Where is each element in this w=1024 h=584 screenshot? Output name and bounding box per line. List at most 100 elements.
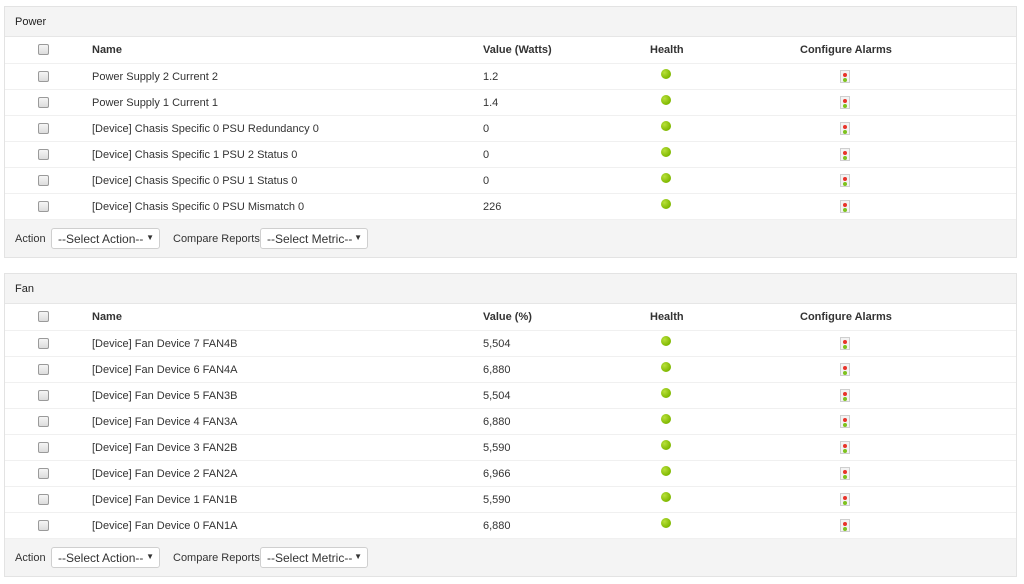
row-checkbox[interactable] — [38, 97, 49, 108]
row-name[interactable]: [Device] Fan Device 6 FAN4A — [92, 364, 238, 376]
action-select[interactable]: --Select Action-- ▼ — [51, 547, 160, 568]
row-value: 5,504 — [483, 390, 511, 402]
metric-select-value: --Select Metric-- — [267, 551, 353, 565]
traffic-light-icon[interactable] — [840, 96, 850, 109]
row-checkbox[interactable] — [38, 71, 49, 82]
metric-select-value: --Select Metric-- — [267, 232, 353, 246]
health-ok-icon — [661, 95, 671, 105]
health-ok-icon — [661, 173, 671, 183]
row-checkbox[interactable] — [38, 468, 49, 479]
row-name[interactable]: [Device] Chasis Specific 0 PSU 1 Status … — [92, 175, 297, 187]
row-checkbox[interactable] — [38, 520, 49, 531]
row-checkbox[interactable] — [38, 149, 49, 160]
traffic-light-icon[interactable] — [840, 519, 850, 532]
traffic-light-icon[interactable] — [840, 174, 850, 187]
health-ok-icon — [661, 466, 671, 476]
row-name[interactable]: Power Supply 1 Current 1 — [92, 97, 218, 109]
row-name[interactable]: [Device] Fan Device 5 FAN3B — [92, 390, 238, 402]
health-ok-icon — [661, 518, 671, 528]
power-footer: Action --Select Action-- ▼ Compare Report… — [5, 220, 1016, 257]
row-checkbox[interactable] — [38, 338, 49, 349]
row-value: 5,504 — [483, 338, 511, 350]
compare-reports-label: Compare Reports — [173, 552, 260, 564]
column-value[interactable]: Value (Watts) — [483, 44, 552, 56]
row-checkbox[interactable] — [38, 364, 49, 375]
metric-select[interactable]: --Select Metric-- ▼ — [260, 547, 368, 568]
row-name[interactable]: [Device] Fan Device 7 FAN4B — [92, 338, 238, 350]
traffic-light-icon[interactable] — [840, 122, 850, 135]
traffic-light-icon[interactable] — [840, 441, 850, 454]
compare-reports-label: Compare Reports — [173, 233, 260, 245]
row-value: 0 — [483, 149, 490, 161]
fan-table-body: [Device] Fan Device 7 FAN4B 5,504 [Device]… — [5, 331, 1016, 539]
column-configure-alarms: Configure Alarms — [800, 44, 892, 56]
health-ok-icon — [661, 121, 671, 131]
column-value[interactable]: Value (%) — [483, 311, 532, 323]
column-name[interactable]: Name — [92, 44, 122, 56]
traffic-light-icon[interactable] — [840, 148, 850, 161]
table-row: [Device] Fan Device 5 FAN3B 5,504 — [5, 383, 1016, 409]
traffic-light-icon[interactable] — [840, 337, 850, 350]
table-row: [Device] Fan Device 7 FAN4B 5,504 — [5, 331, 1016, 357]
row-checkbox[interactable] — [38, 442, 49, 453]
row-checkbox[interactable] — [38, 494, 49, 505]
row-name[interactable]: [Device] Fan Device 0 FAN1A — [92, 520, 238, 532]
metric-select[interactable]: --Select Metric-- ▼ — [260, 228, 368, 249]
power-table-header: Name Value (Watts) Health Configure Alar… — [5, 37, 1016, 64]
select-all-checkbox[interactable] — [38, 311, 49, 322]
row-value: 0 — [483, 123, 490, 135]
row-name[interactable]: [Device] Chasis Specific 0 PSU Redundanc… — [92, 123, 319, 135]
power-table-body: Power Supply 2 Current 2 1.2 Power Supply … — [5, 64, 1016, 220]
fan-panel: Fan Name Value (%) Health Configure Alar… — [4, 273, 1017, 577]
traffic-light-icon[interactable] — [840, 415, 850, 428]
row-name[interactable]: [Device] Chasis Specific 0 PSU Mismatch … — [92, 201, 304, 213]
row-checkbox[interactable] — [38, 201, 49, 212]
health-ok-icon — [661, 388, 671, 398]
table-row: Power Supply 2 Current 2 1.2 — [5, 64, 1016, 90]
column-configure-alarms: Configure Alarms — [800, 311, 892, 323]
row-name[interactable]: [Device] Fan Device 2 FAN2A — [92, 468, 238, 480]
dropdown-arrow-icon: ▼ — [354, 552, 362, 561]
traffic-light-icon[interactable] — [840, 467, 850, 480]
row-value: 6,966 — [483, 468, 511, 480]
health-ok-icon — [661, 69, 671, 79]
health-ok-icon — [661, 336, 671, 346]
row-name[interactable]: [Device] Fan Device 1 FAN1B — [92, 494, 238, 506]
row-value: 5,590 — [483, 494, 511, 506]
health-ok-icon — [661, 492, 671, 502]
health-ok-icon — [661, 440, 671, 450]
row-value: 1.4 — [483, 97, 499, 109]
row-name[interactable]: Power Supply 2 Current 2 — [92, 71, 218, 83]
health-ok-icon — [661, 147, 671, 157]
traffic-light-icon[interactable] — [840, 200, 850, 213]
action-select-value: --Select Action-- — [58, 232, 144, 246]
traffic-light-icon[interactable] — [840, 363, 850, 376]
row-name[interactable]: [Device] Fan Device 4 FAN3A — [92, 416, 238, 428]
row-value: 1.2 — [483, 71, 499, 83]
table-row: [Device] Fan Device 1 FAN1B 5,590 — [5, 487, 1016, 513]
row-checkbox[interactable] — [38, 416, 49, 427]
power-panel: Power Name Value (Watts) Health Configur… — [4, 6, 1017, 258]
column-name[interactable]: Name — [92, 311, 122, 323]
row-name[interactable]: [Device] Fan Device 3 FAN2B — [92, 442, 238, 454]
table-row: [Device] Fan Device 3 FAN2B 5,590 — [5, 435, 1016, 461]
row-value: 6,880 — [483, 520, 511, 532]
fan-panel-title: Fan — [5, 274, 1016, 304]
traffic-light-icon[interactable] — [840, 70, 850, 83]
dropdown-arrow-icon: ▼ — [354, 233, 362, 242]
row-value: 5,590 — [483, 442, 511, 454]
dropdown-arrow-icon: ▼ — [146, 233, 154, 242]
table-row: [Device] Chasis Specific 0 PSU Redundanc… — [5, 116, 1016, 142]
row-name[interactable]: [Device] Chasis Specific 1 PSU 2 Status … — [92, 149, 297, 161]
action-select[interactable]: --Select Action-- ▼ — [51, 228, 160, 249]
fan-footer: Action --Select Action-- ▼ Compare Report… — [5, 539, 1016, 576]
row-checkbox[interactable] — [38, 390, 49, 401]
row-checkbox[interactable] — [38, 123, 49, 134]
select-all-checkbox[interactable] — [38, 44, 49, 55]
traffic-light-icon[interactable] — [840, 493, 850, 506]
table-row: [Device] Fan Device 6 FAN4A 6,880 — [5, 357, 1016, 383]
table-row: [Device] Chasis Specific 0 PSU 1 Status … — [5, 168, 1016, 194]
row-checkbox[interactable] — [38, 175, 49, 186]
traffic-light-icon[interactable] — [840, 389, 850, 402]
table-row: Power Supply 1 Current 1 1.4 — [5, 90, 1016, 116]
